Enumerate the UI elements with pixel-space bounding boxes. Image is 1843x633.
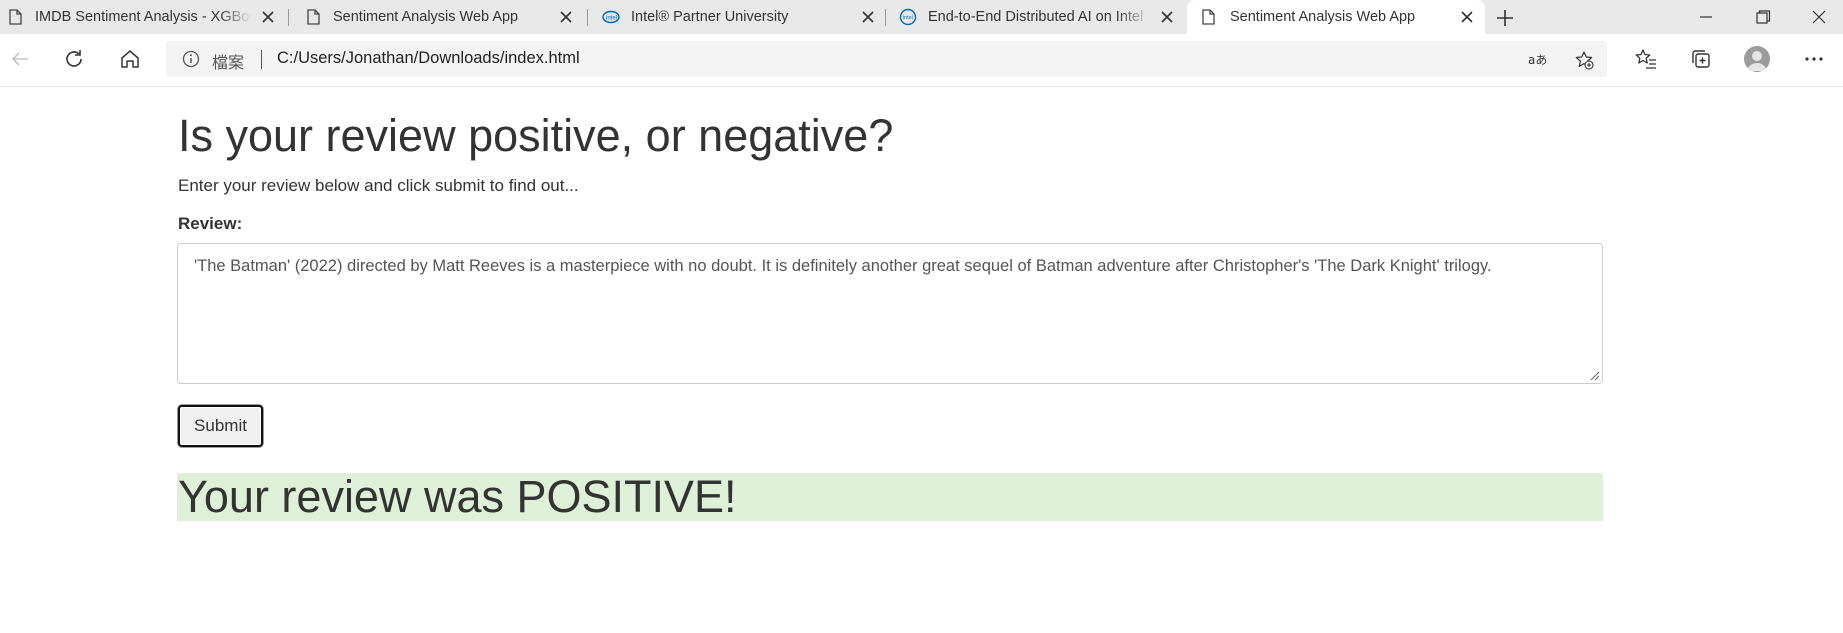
- restore-icon[interactable]: [1754, 8, 1772, 26]
- tab-end-to-end-distributed-ai[interactable]: intel End-to-End Distributed AI on Intel: [893, 0, 1185, 34]
- more-options-icon[interactable]: [1802, 47, 1826, 71]
- svg-text:intel: intel: [903, 15, 913, 21]
- address-divider: [261, 50, 262, 69]
- url-text[interactable]: C:/Users/Jonathan/Downloads/index.html: [277, 49, 580, 68]
- add-favorite-icon[interactable]: [1574, 50, 1594, 70]
- info-icon[interactable]: [182, 50, 200, 68]
- page-icon: [9, 9, 22, 25]
- profile-avatar[interactable]: [1744, 46, 1770, 72]
- submit-button[interactable]: Submit: [178, 405, 263, 447]
- review-text[interactable]: 'The Batman' (2022) directed by Matt Ree…: [194, 255, 1588, 277]
- refresh-icon[interactable]: [62, 47, 86, 71]
- new-tab-icon[interactable]: [1494, 7, 1516, 29]
- svg-text:aあ: aあ: [1528, 53, 1547, 67]
- page-icon: [307, 9, 320, 25]
- review-label: Review:: [178, 214, 243, 233]
- tab-title: Sentiment Analysis Web App: [1230, 9, 1416, 25]
- address-bar[interactable]: 檔案 C:/Users/Jonathan/Downloads/index.htm…: [166, 41, 1607, 77]
- close-icon[interactable]: [1459, 9, 1475, 25]
- tab-divider: [885, 9, 886, 26]
- tab-title: End-to-End Distributed AI on Intel: [928, 9, 1144, 25]
- result-banner: Your review was POSITIVE!: [177, 473, 1603, 521]
- tab-title: Sentiment Analysis Web App: [333, 9, 519, 25]
- tab-title: Intel® Partner University: [631, 9, 789, 25]
- tab-sentiment-web-app-active[interactable]: Sentiment Analysis Web App: [1187, 0, 1485, 34]
- site-info-chip[interactable]: 檔案: [212, 49, 244, 73]
- tab-strip: IMDB Sentiment Analysis - XGBoost Sentim…: [0, 0, 1843, 34]
- minimize-icon[interactable]: [1697, 8, 1715, 26]
- tab-divider: [587, 9, 588, 26]
- close-icon[interactable]: [1159, 9, 1175, 25]
- close-icon[interactable]: [860, 9, 876, 25]
- result-text: Your review was POSITIVE!: [178, 471, 737, 522]
- home-icon[interactable]: [118, 47, 142, 71]
- review-textarea[interactable]: 'The Batman' (2022) directed by Matt Ree…: [177, 243, 1603, 384]
- window-close-icon[interactable]: [1810, 8, 1828, 26]
- tab-imdb-sentiment[interactable]: IMDB Sentiment Analysis - XGBoost: [0, 0, 286, 34]
- browser-toolbar: 檔案 C:/Users/Jonathan/Downloads/index.htm…: [0, 34, 1843, 87]
- intel-logo-icon: intel: [602, 10, 620, 24]
- tab-sentiment-web-app[interactable]: Sentiment Analysis Web App: [298, 0, 584, 34]
- page-subtitle: Enter your review below and click submit…: [178, 176, 579, 195]
- svg-text:intel: intel: [606, 16, 617, 22]
- page-title: Is your review positive, or negative?: [178, 110, 894, 161]
- close-icon[interactable]: [558, 9, 574, 25]
- tab-title: IMDB Sentiment Analysis - XGBoost: [35, 9, 252, 25]
- tab-intel-partner-university[interactable]: intel Intel® Partner University: [596, 0, 886, 34]
- back-arrow-icon[interactable]: [8, 47, 32, 71]
- person-icon: [1747, 51, 1767, 71]
- resize-grip-icon[interactable]: [1588, 369, 1600, 381]
- close-icon[interactable]: [260, 9, 276, 25]
- read-aloud-icon[interactable]: aあ: [1528, 50, 1548, 70]
- collections-icon[interactable]: [1689, 47, 1713, 71]
- intel-logo-icon: intel: [899, 8, 917, 26]
- page-icon: [1202, 9, 1215, 25]
- favorites-icon[interactable]: [1634, 47, 1658, 71]
- tab-divider: [288, 9, 289, 26]
